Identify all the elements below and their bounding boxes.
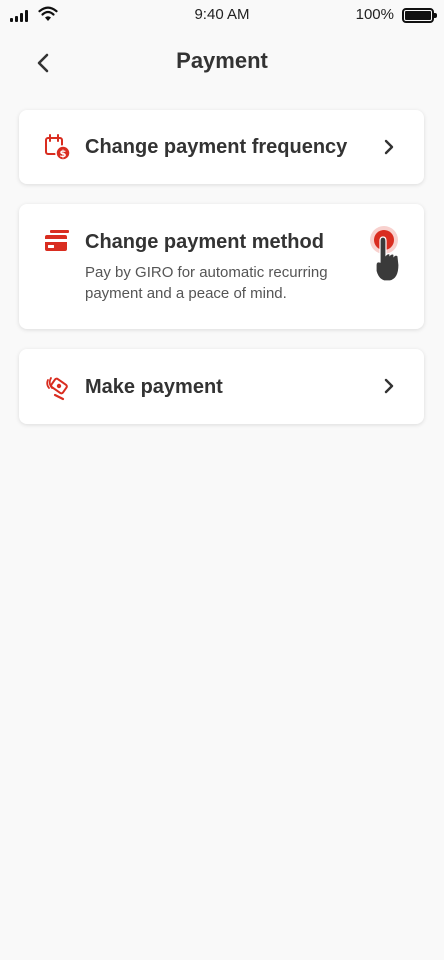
header: Payment bbox=[0, 40, 444, 84]
chevron-right-icon bbox=[384, 139, 394, 155]
card-title: Change payment method bbox=[85, 231, 324, 253]
card-description: Pay by GIRO for automatic recurring paym… bbox=[85, 264, 328, 302]
chevron-right-icon bbox=[384, 378, 394, 394]
card-icon bbox=[43, 228, 71, 256]
change-payment-frequency-item[interactable]: $ Change payment frequency bbox=[19, 110, 424, 184]
card-title: Make payment bbox=[85, 376, 223, 398]
svg-text:$: $ bbox=[60, 149, 67, 160]
battery-icon bbox=[402, 8, 437, 23]
page-title: Payment bbox=[176, 48, 268, 73]
tap-indicator bbox=[370, 226, 400, 282]
battery-percentage: 100% bbox=[355, 6, 394, 23]
card-title: Change payment frequency bbox=[85, 136, 348, 158]
make-payment-item[interactable]: Make payment bbox=[19, 349, 424, 424]
calendar-dollar-icon: $ bbox=[43, 133, 71, 161]
hand-payment-icon bbox=[43, 373, 71, 401]
status-bar: 9:40 AM 100% bbox=[0, 0, 444, 32]
